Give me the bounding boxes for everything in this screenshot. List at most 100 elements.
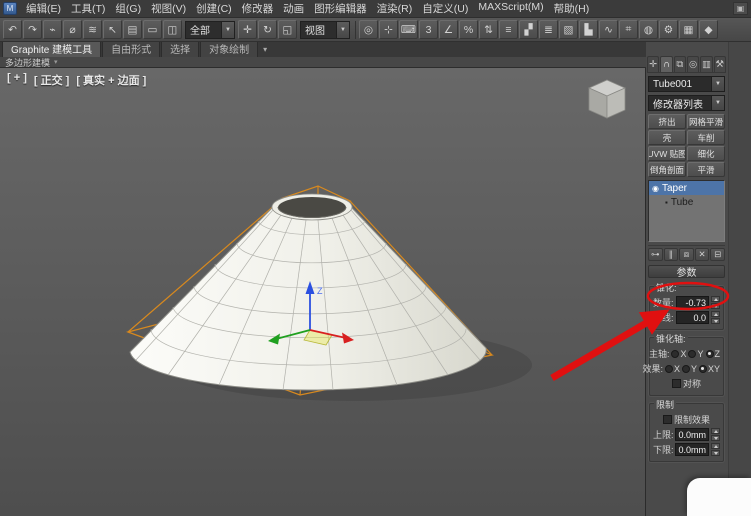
menu-item[interactable]: 渲染(R) xyxy=(372,0,418,17)
viewport[interactable]: [ + ] [ 正交 ] [ 真实 + 边面 ] Z xyxy=(0,68,646,516)
menu-item[interactable]: 视图(V) xyxy=(146,0,191,17)
amount-input[interactable]: -0.73 xyxy=(675,296,709,309)
select-and-manipulate-icon[interactable]: ⊹ xyxy=(379,20,398,39)
spinner-down-icon[interactable] xyxy=(711,435,720,441)
menu-item[interactable]: 组(G) xyxy=(110,0,146,17)
curve-input[interactable]: 0.0 xyxy=(675,311,709,324)
spinner-up-icon[interactable] xyxy=(711,428,720,434)
menu-item[interactable]: 帮助(H) xyxy=(549,0,595,17)
spinner-down-icon[interactable] xyxy=(711,318,720,324)
modifier-button[interactable]: UVW 贴图 xyxy=(648,146,686,161)
align-icon[interactable]: ≣ xyxy=(539,20,558,39)
curve-spinner[interactable] xyxy=(711,311,720,324)
panel-expand-chevron-icon[interactable]: ▾ xyxy=(54,58,58,66)
modifier-enable-bulb-icon[interactable]: ◉ xyxy=(652,184,659,193)
render-setup-icon[interactable]: ⚙ xyxy=(659,20,678,39)
viewcube[interactable] xyxy=(580,74,634,128)
spinner-down-icon[interactable] xyxy=(711,450,720,456)
amount-spinner[interactable] xyxy=(711,296,720,309)
use-pivot-center-icon[interactable]: ◎ xyxy=(359,20,378,39)
remove-modifier-icon[interactable]: ✕ xyxy=(694,248,710,261)
spinner-up-icon[interactable] xyxy=(711,311,720,317)
menu-item[interactable]: 自定义(U) xyxy=(417,0,473,17)
workspace-icon[interactable]: ▣ xyxy=(733,2,748,15)
snap-toggle-icon[interactable]: 3 xyxy=(419,20,438,39)
named-selection-sets-icon[interactable]: ≡ xyxy=(499,20,518,39)
ribbon-options-chevron-icon[interactable]: ▾ xyxy=(263,45,267,54)
effect-y-radio[interactable]: Y xyxy=(681,364,697,374)
primary-axis-y-radio[interactable]: Y xyxy=(688,349,704,359)
modifier-list-dropdown[interactable]: 修改器列表 ▼ xyxy=(648,95,725,111)
graphite-toggle-icon[interactable]: ▙ xyxy=(579,20,598,39)
rendered-frame-icon[interactable]: ▦ xyxy=(679,20,698,39)
spinner-down-icon[interactable] xyxy=(711,303,720,309)
modifier-button[interactable]: 壳 xyxy=(648,130,686,145)
menu-item[interactable]: 图形编辑器 xyxy=(309,0,372,17)
select-by-name-icon[interactable]: ▤ xyxy=(123,20,142,39)
modifier-button[interactable]: 细化 xyxy=(687,146,725,161)
stack-item-tube[interactable]: ▪ Tube xyxy=(649,195,724,209)
rectangular-selection-region-icon[interactable]: ▭ xyxy=(143,20,162,39)
modify-tab[interactable]: ∩ xyxy=(660,56,673,72)
schematic-view-icon[interactable]: ⌗ xyxy=(619,20,638,39)
render-production-icon[interactable]: ◆ xyxy=(699,20,718,39)
utilities-tab[interactable]: ⚒ xyxy=(713,56,726,72)
select-and-link-icon[interactable]: ⌁ xyxy=(43,20,62,39)
viewport-pov-menu[interactable]: [ 正交 ] xyxy=(34,72,69,88)
upper-limit-spinner[interactable] xyxy=(711,428,720,441)
menu-item[interactable]: 修改器 xyxy=(237,0,279,17)
modifier-button[interactable]: 网格平滑 xyxy=(687,114,725,129)
application-menu-icon[interactable]: M xyxy=(3,2,17,15)
menu-item[interactable]: 创建(C) xyxy=(191,0,237,17)
menu-item[interactable]: 动画 xyxy=(278,0,309,17)
select-and-scale-icon[interactable]: ◱ xyxy=(278,20,297,39)
pin-stack-icon[interactable]: ⊶ xyxy=(648,248,663,261)
layer-manager-icon[interactable]: ▧ xyxy=(559,20,578,39)
upper-limit-input[interactable]: 0.0mm xyxy=(675,428,709,441)
mirror-icon[interactable]: ▞ xyxy=(519,20,538,39)
coordinate-system-dropdown[interactable]: 视图 ▼ xyxy=(300,20,350,39)
viewport-general-menu[interactable]: [ + ] xyxy=(7,72,27,88)
window-crossing-icon[interactable]: ◫ xyxy=(163,20,182,39)
undo-icon[interactable]: ↶ xyxy=(3,20,22,39)
menu-item[interactable]: 编辑(E) xyxy=(21,0,66,17)
make-unique-icon[interactable]: ⧈ xyxy=(679,248,694,261)
modifier-button[interactable]: 平滑 xyxy=(687,162,725,177)
percent-snap-icon[interactable]: % xyxy=(459,20,478,39)
redo-icon[interactable]: ↷ xyxy=(23,20,42,39)
select-and-move-icon[interactable]: ✛ xyxy=(238,20,257,39)
menu-item[interactable]: 工具(T) xyxy=(66,0,110,17)
bind-to-spacewarp-icon[interactable]: ≋ xyxy=(83,20,102,39)
keyboard-shortcut-override-icon[interactable]: ⌨ xyxy=(399,20,418,39)
effect-xy-radio[interactable]: XY xyxy=(698,364,720,374)
parameters-rollout-header[interactable]: 参数 xyxy=(648,265,725,279)
viewport-shading-menu[interactable]: [ 真实 + 边面 ] xyxy=(76,72,146,88)
modifier-button[interactable]: 车削 xyxy=(687,130,725,145)
spinner-up-icon[interactable] xyxy=(711,296,720,302)
selection-filter-dropdown[interactable]: 全部 ▼ xyxy=(185,20,235,39)
curve-editor-icon[interactable]: ∿ xyxy=(599,20,618,39)
show-end-result-icon[interactable]: ∥ xyxy=(663,248,679,261)
angle-snap-icon[interactable]: ∠ xyxy=(439,20,458,39)
hierarchy-tab[interactable]: ⧉ xyxy=(673,56,686,72)
create-tab[interactable]: ✛ xyxy=(647,56,660,72)
select-object-icon[interactable]: ↖ xyxy=(103,20,122,39)
menu-item[interactable]: MAXScript(M) xyxy=(473,0,548,17)
modifier-button[interactable]: 倒角剖面 xyxy=(648,162,686,177)
modifier-button[interactable]: 挤出 xyxy=(648,114,686,129)
configure-modifier-sets-icon[interactable]: ⊟ xyxy=(710,248,725,261)
select-and-rotate-icon[interactable]: ↻ xyxy=(258,20,277,39)
object-name-field[interactable]: Tube001 ▼ xyxy=(648,76,725,92)
spinner-up-icon[interactable] xyxy=(711,443,720,449)
spinner-snap-icon[interactable]: ⇅ xyxy=(479,20,498,39)
symmetry-checkbox[interactable] xyxy=(671,379,681,388)
stack-item-taper[interactable]: ◉ Taper xyxy=(649,181,724,195)
material-editor-icon[interactable]: ◍ xyxy=(639,20,658,39)
primary-axis-x-radio[interactable]: X xyxy=(671,349,686,359)
lower-limit-input[interactable]: 0.0mm xyxy=(675,443,709,456)
lower-limit-spinner[interactable] xyxy=(711,443,720,456)
effect-x-radio[interactable]: X xyxy=(664,364,680,374)
polygon-modeling-panel-label[interactable]: 多边形建模 xyxy=(5,56,50,69)
limit-effect-checkbox[interactable] xyxy=(662,415,672,424)
unlink-selection-icon[interactable]: ⌀ xyxy=(63,20,82,39)
